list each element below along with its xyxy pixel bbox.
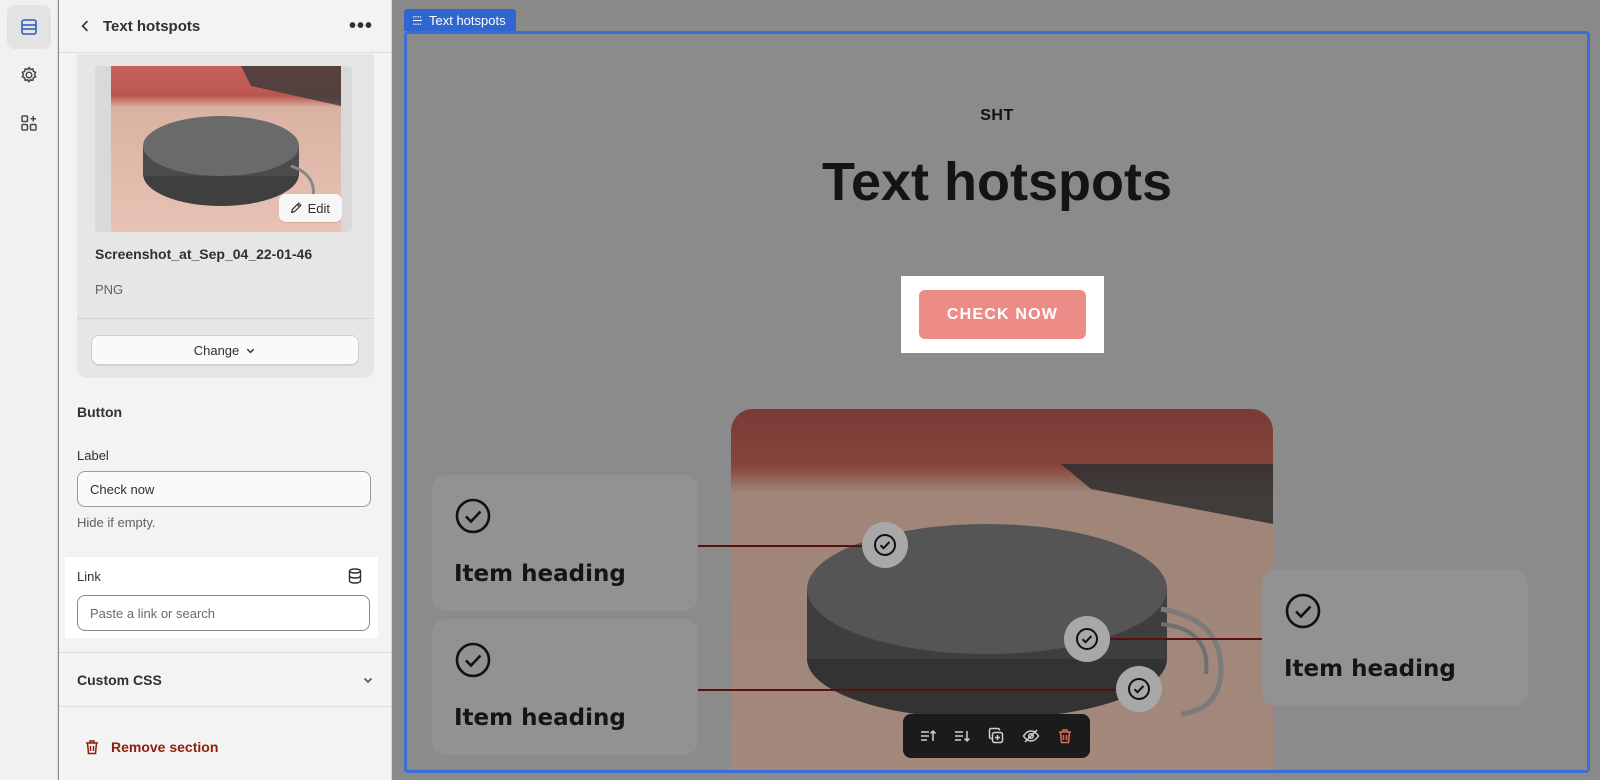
edit-image-label: Edit <box>307 200 330 216</box>
image-preview[interactable]: Edit <box>95 66 352 232</box>
preview-canvas[interactable]: SHT Text hotspots CHECK NOW Item heading… <box>404 31 1590 773</box>
divider <box>77 318 374 319</box>
link-input[interactable] <box>77 595 370 631</box>
hotspot-dot[interactable] <box>1116 666 1162 712</box>
hotspot-card[interactable]: Item heading <box>1262 570 1528 706</box>
hotspot-card[interactable]: Item heading <box>432 475 698 611</box>
change-label: Change <box>193 342 240 358</box>
chevron-left-icon[interactable] <box>75 16 95 36</box>
pencil-icon <box>290 202 302 214</box>
file-type: PNG <box>95 282 124 297</box>
hotspot-connector <box>1109 638 1265 640</box>
panel-header: Text hotspots ••• <box>59 0 391 53</box>
move-up-icon[interactable] <box>917 725 939 747</box>
change-image-button[interactable]: Change <box>91 335 359 365</box>
remove-section-button[interactable]: Remove section <box>83 738 218 756</box>
button-section-heading: Button <box>77 404 123 420</box>
hotspot-connector <box>698 545 868 547</box>
panel-title: Text hotspots <box>103 17 201 35</box>
section-settings-panel: Text hotspots ••• Edit Screenshot_at_Sep… <box>59 0 392 780</box>
eyebrow-text: SHT <box>980 107 1014 124</box>
label-field-label: Label <box>77 448 109 463</box>
hide-icon[interactable] <box>1020 725 1042 747</box>
link-field-label: Link <box>77 569 101 584</box>
gear-icon[interactable] <box>7 53 51 97</box>
file-name: Screenshot_at_Sep_04_22-01-46 <box>95 246 313 262</box>
more-options-icon[interactable]: ••• <box>349 16 373 36</box>
image-picker-card: Edit Screenshot_at_Sep_04_22-01-46 PNG C… <box>77 54 374 378</box>
edit-image-button[interactable]: Edit <box>278 194 342 222</box>
button-label-input[interactable] <box>77 471 371 507</box>
card-heading: Item heading <box>454 561 626 587</box>
hotspot-dot[interactable] <box>862 522 908 568</box>
check-circle-icon <box>455 498 491 534</box>
apps-icon[interactable] <box>7 101 51 145</box>
check-circle-icon <box>1076 628 1098 650</box>
check-now-button[interactable]: CHECK NOW <box>919 290 1086 339</box>
hotspot-connector <box>698 689 1122 691</box>
custom-css-toggle[interactable]: Custom CSS <box>59 652 391 707</box>
trash-icon <box>86 740 98 755</box>
left-rail <box>0 0 58 780</box>
cta-highlight: CHECK NOW <box>901 276 1104 353</box>
check-circle-icon <box>455 642 491 678</box>
delete-icon[interactable] <box>1054 725 1076 747</box>
check-circle-icon <box>1285 593 1321 629</box>
hero-title: Text hotspots <box>822 152 1172 212</box>
chevron-down-icon <box>363 677 373 683</box>
block-toolbar <box>903 714 1090 758</box>
sections-icon[interactable] <box>7 5 51 49</box>
duplicate-icon[interactable] <box>985 725 1007 747</box>
section-grid-icon <box>412 15 423 25</box>
card-heading: Item heading <box>454 705 626 731</box>
hotspot-card[interactable]: Item heading <box>432 619 698 755</box>
dynamic-source-icon[interactable] <box>346 567 364 585</box>
check-circle-icon <box>874 534 896 556</box>
move-down-icon[interactable] <box>951 725 973 747</box>
check-circle-icon <box>1128 678 1150 700</box>
label-hint: Hide if empty. <box>77 515 156 530</box>
custom-css-label: Custom CSS <box>77 671 162 688</box>
section-tag-label: Text hotspots <box>429 12 506 28</box>
hotspot-dot[interactable] <box>1064 616 1110 662</box>
chevron-down-icon <box>247 348 255 353</box>
selected-section-tag[interactable]: Text hotspots <box>404 9 516 31</box>
link-field: Link <box>65 557 378 638</box>
card-heading: Item heading <box>1284 656 1456 682</box>
remove-section-label: Remove section <box>111 739 219 755</box>
